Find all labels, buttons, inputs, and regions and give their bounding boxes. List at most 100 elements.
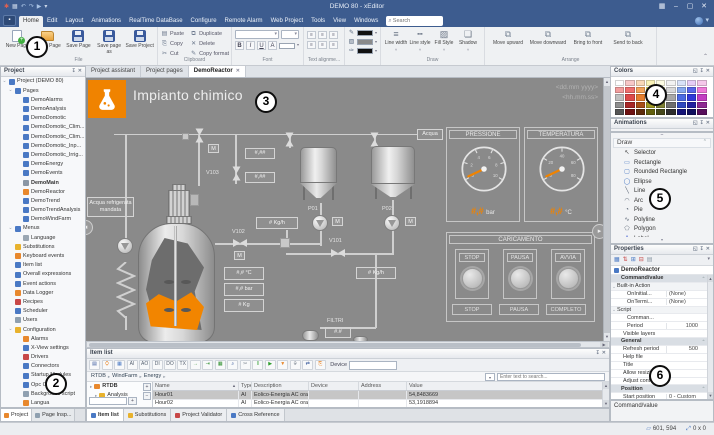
close-icon[interactable]: ✕ <box>602 351 606 357</box>
valve-icon[interactable] <box>195 129 204 143</box>
search-input[interactable] <box>393 18 441 24</box>
project-tree-item[interactable]: DemoDomotic_Clim... <box>1 132 85 141</box>
fill-color-picker[interactable] <box>357 39 373 45</box>
project-tree-item[interactable]: ⌄ Configuration <box>1 325 85 334</box>
ribbon-tab[interactable]: RealTime DataBase <box>125 16 186 27</box>
color-swatch[interactable] <box>697 94 706 100</box>
collapse-icon[interactable]: ⌃ <box>700 339 707 344</box>
toolbar-icon[interactable]: → <box>190 360 201 370</box>
project-tree-item[interactable]: DemoTrendAnalysis <box>1 206 85 215</box>
dropdown-icon[interactable]: ▾ <box>707 257 710 263</box>
table-header[interactable]: Name▲ Type Description Device Address Va… <box>153 382 609 391</box>
draw-tool[interactable]: ▢ Rounded Rectangle <box>611 168 713 178</box>
window-control-icon[interactable]: ▢ <box>684 3 696 11</box>
toolbar-icon[interactable]: ⎘ <box>315 360 326 370</box>
window-controls[interactable]: ▦–▢✕ <box>656 3 714 11</box>
clipboard-button[interactable]: ✕Delete <box>190 40 229 49</box>
toolbar-icon[interactable]: ⇄ <box>302 360 313 370</box>
ribbon-tab[interactable]: View <box>329 16 350 27</box>
draw-style-button[interactable]: ≡Line width˅ <box>384 29 408 57</box>
acqua-feed-label[interactable]: Acqua refrigeratamandata <box>87 197 134 217</box>
help-menu[interactable]: ▾ <box>695 17 709 25</box>
color-swatch[interactable] <box>615 87 624 93</box>
value-display[interactable]: # Kg/h <box>356 267 396 279</box>
color-swatch[interactable] <box>625 80 634 86</box>
project-tree-item[interactable]: ⌄ Pages <box>1 86 85 95</box>
agitator-motor[interactable] <box>168 190 190 217</box>
align-top-center-button[interactable]: ≡ <box>318 31 327 39</box>
toolbar-icon[interactable]: ▦ <box>215 360 226 370</box>
property-row[interactable]: Start position 0 - Custom <box>611 393 707 399</box>
add-icon[interactable]: ⊞ <box>631 257 636 264</box>
collapse-button[interactable]: − <box>143 392 151 400</box>
page-title[interactable]: Impianto chimico <box>133 87 243 103</box>
app-menu-button[interactable]: ▪ <box>3 15 16 26</box>
breadcrumb-item[interactable]: RTDB <box>91 373 106 379</box>
toolbar-icon[interactable]: ✂ <box>240 360 251 370</box>
project-tree-item[interactable]: DemoDomotic <box>1 114 85 123</box>
color-swatch[interactable] <box>615 94 624 100</box>
property-row[interactable]: Refresh period 500 <box>611 346 707 354</box>
color-swatch[interactable] <box>687 80 696 86</box>
color-swatch[interactable] <box>677 102 686 108</box>
project-tree-item[interactable]: DemoEvents <box>1 169 85 178</box>
arrange-button[interactable]: ⧉Send to back <box>608 29 648 57</box>
project-tree-item[interactable]: X-View settings <box>1 343 85 352</box>
tree-expander-icon[interactable]: ⌄ <box>8 327 13 333</box>
tank-1[interactable] <box>300 147 337 183</box>
property-row[interactable]: OnInitial... (None) <box>611 291 707 299</box>
motor-box[interactable]: M <box>332 217 343 226</box>
filter-dropdown[interactable]: ▾ <box>485 373 495 381</box>
color-swatch[interactable] <box>666 87 675 93</box>
color-swatch[interactable] <box>625 94 634 100</box>
draw-tool[interactable]: ⬠ Polygon <box>611 225 713 235</box>
color-swatch[interactable] <box>625 87 634 93</box>
project-tree-item[interactable]: DemoDomotic_Clim... <box>1 123 85 132</box>
valve-v103-icon[interactable] <box>232 167 241 181</box>
pin-icon[interactable]: ↧ <box>72 69 76 75</box>
project-tree-item[interactable]: DemoMain <box>1 178 85 187</box>
text-color-picker[interactable] <box>357 48 373 54</box>
window-control-icon[interactable]: ▦ <box>656 3 668 11</box>
color-swatch[interactable] <box>666 102 675 108</box>
tree-expander-icon[interactable]: ⌄ <box>2 79 7 85</box>
project-tree-item[interactable]: Overall expressions <box>1 270 85 279</box>
italic-button[interactable]: I <box>246 41 255 50</box>
arrange-button[interactable]: ⧉Move downward <box>528 29 568 57</box>
ribbon-tab[interactable]: Home <box>19 16 43 27</box>
ribbon-tab[interactable]: Tools <box>307 16 329 27</box>
align-bottom-left-button[interactable]: ≡ <box>307 41 316 49</box>
color-swatch[interactable] <box>615 109 624 115</box>
expand-button[interactable]: + <box>143 383 151 391</box>
toolbar-icon[interactable]: ⌕ <box>227 360 238 370</box>
project-tree-item[interactable]: Language <box>1 233 85 242</box>
ribbon-collapse-button[interactable]: ⌃ <box>703 54 708 61</box>
value-display[interactable]: #,# bar <box>224 283 264 296</box>
color-swatch[interactable] <box>625 109 634 115</box>
splitter-handle[interactable]: ━ <box>611 133 713 137</box>
color-swatch[interactable] <box>636 94 645 100</box>
project-tree-item[interactable]: DemoTrend <box>1 196 85 205</box>
color-swatch[interactable] <box>646 109 655 115</box>
filter-vessel[interactable] <box>302 330 319 341</box>
project-tree-item[interactable]: ⌄ Project (DEMO 80) <box>1 77 85 86</box>
left-panel-tab[interactable]: Page Insp... <box>32 409 75 421</box>
tank-2[interactable] <box>371 146 415 184</box>
pump-icon[interactable] <box>117 238 133 254</box>
project-tree-item[interactable]: Recipes <box>1 298 85 307</box>
project-tree-item[interactable]: DemoEnergy <box>1 160 85 169</box>
property-row[interactable]: ⌄ Built-in Action <box>611 283 707 291</box>
categorized-view-icon[interactable]: ▦ <box>614 257 620 264</box>
color-swatch[interactable] <box>636 80 645 86</box>
project-tree-item[interactable]: DemoReactor <box>1 187 85 196</box>
scroll-up-icon[interactable]: ▲ <box>708 275 713 282</box>
project-tree-item[interactable]: Item list <box>1 261 85 270</box>
breadcrumb-item[interactable]: WindFarm <box>112 373 137 379</box>
pin-icon[interactable]: ↧ <box>700 69 704 75</box>
toolbar-icon[interactable]: AI <box>127 360 138 370</box>
ribbon-tab[interactable]: Web Project <box>267 16 308 27</box>
color-swatch[interactable] <box>677 94 686 100</box>
value-display[interactable]: # Kg <box>224 299 264 312</box>
arrange-button[interactable]: ⧉Move upward <box>488 29 528 57</box>
toolbar-icon[interactable]: TX <box>177 360 188 370</box>
